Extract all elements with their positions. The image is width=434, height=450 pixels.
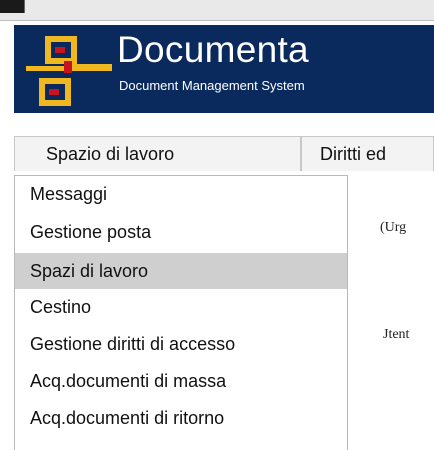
window-top-strip — [0, 0, 434, 21]
menu-item-acq-massa[interactable]: Acq.documenti di massa — [15, 363, 347, 399]
menu-item-gestione-posta[interactable]: Gestione posta — [15, 214, 347, 250]
app-subtitle: Document Management System — [119, 78, 305, 93]
documenta-logo-icon — [26, 36, 112, 106]
menu-item-messaggi[interactable]: Messaggi — [15, 176, 347, 212]
main-tabs: Spazio di lavoro Diritti ed — [14, 136, 434, 172]
menu-item-cestino[interactable]: Cestino — [15, 289, 347, 325]
dropdown-menu: Messaggi Gestione posta Spazi di lavoro … — [14, 175, 348, 450]
app-banner: Documenta Document Management System — [14, 25, 434, 113]
menu-item-gestione-diritti[interactable]: Gestione diritti di accesso — [15, 326, 347, 362]
background-text-urgent: (Urg — [380, 220, 407, 235]
menu-item-spazi-di-lavoro[interactable]: Spazi di lavoro — [15, 253, 347, 289]
tab-diritti[interactable]: Diritti ed — [301, 136, 434, 171]
tab-spazio-di-lavoro[interactable]: Spazio di lavoro — [14, 136, 301, 171]
background-text-utente: Jtent — [383, 327, 410, 342]
app-title: Documenta — [117, 29, 309, 70]
window-grip — [0, 0, 25, 13]
menu-item-acq-ritorno[interactable]: Acq.documenti di ritorno — [15, 400, 347, 436]
